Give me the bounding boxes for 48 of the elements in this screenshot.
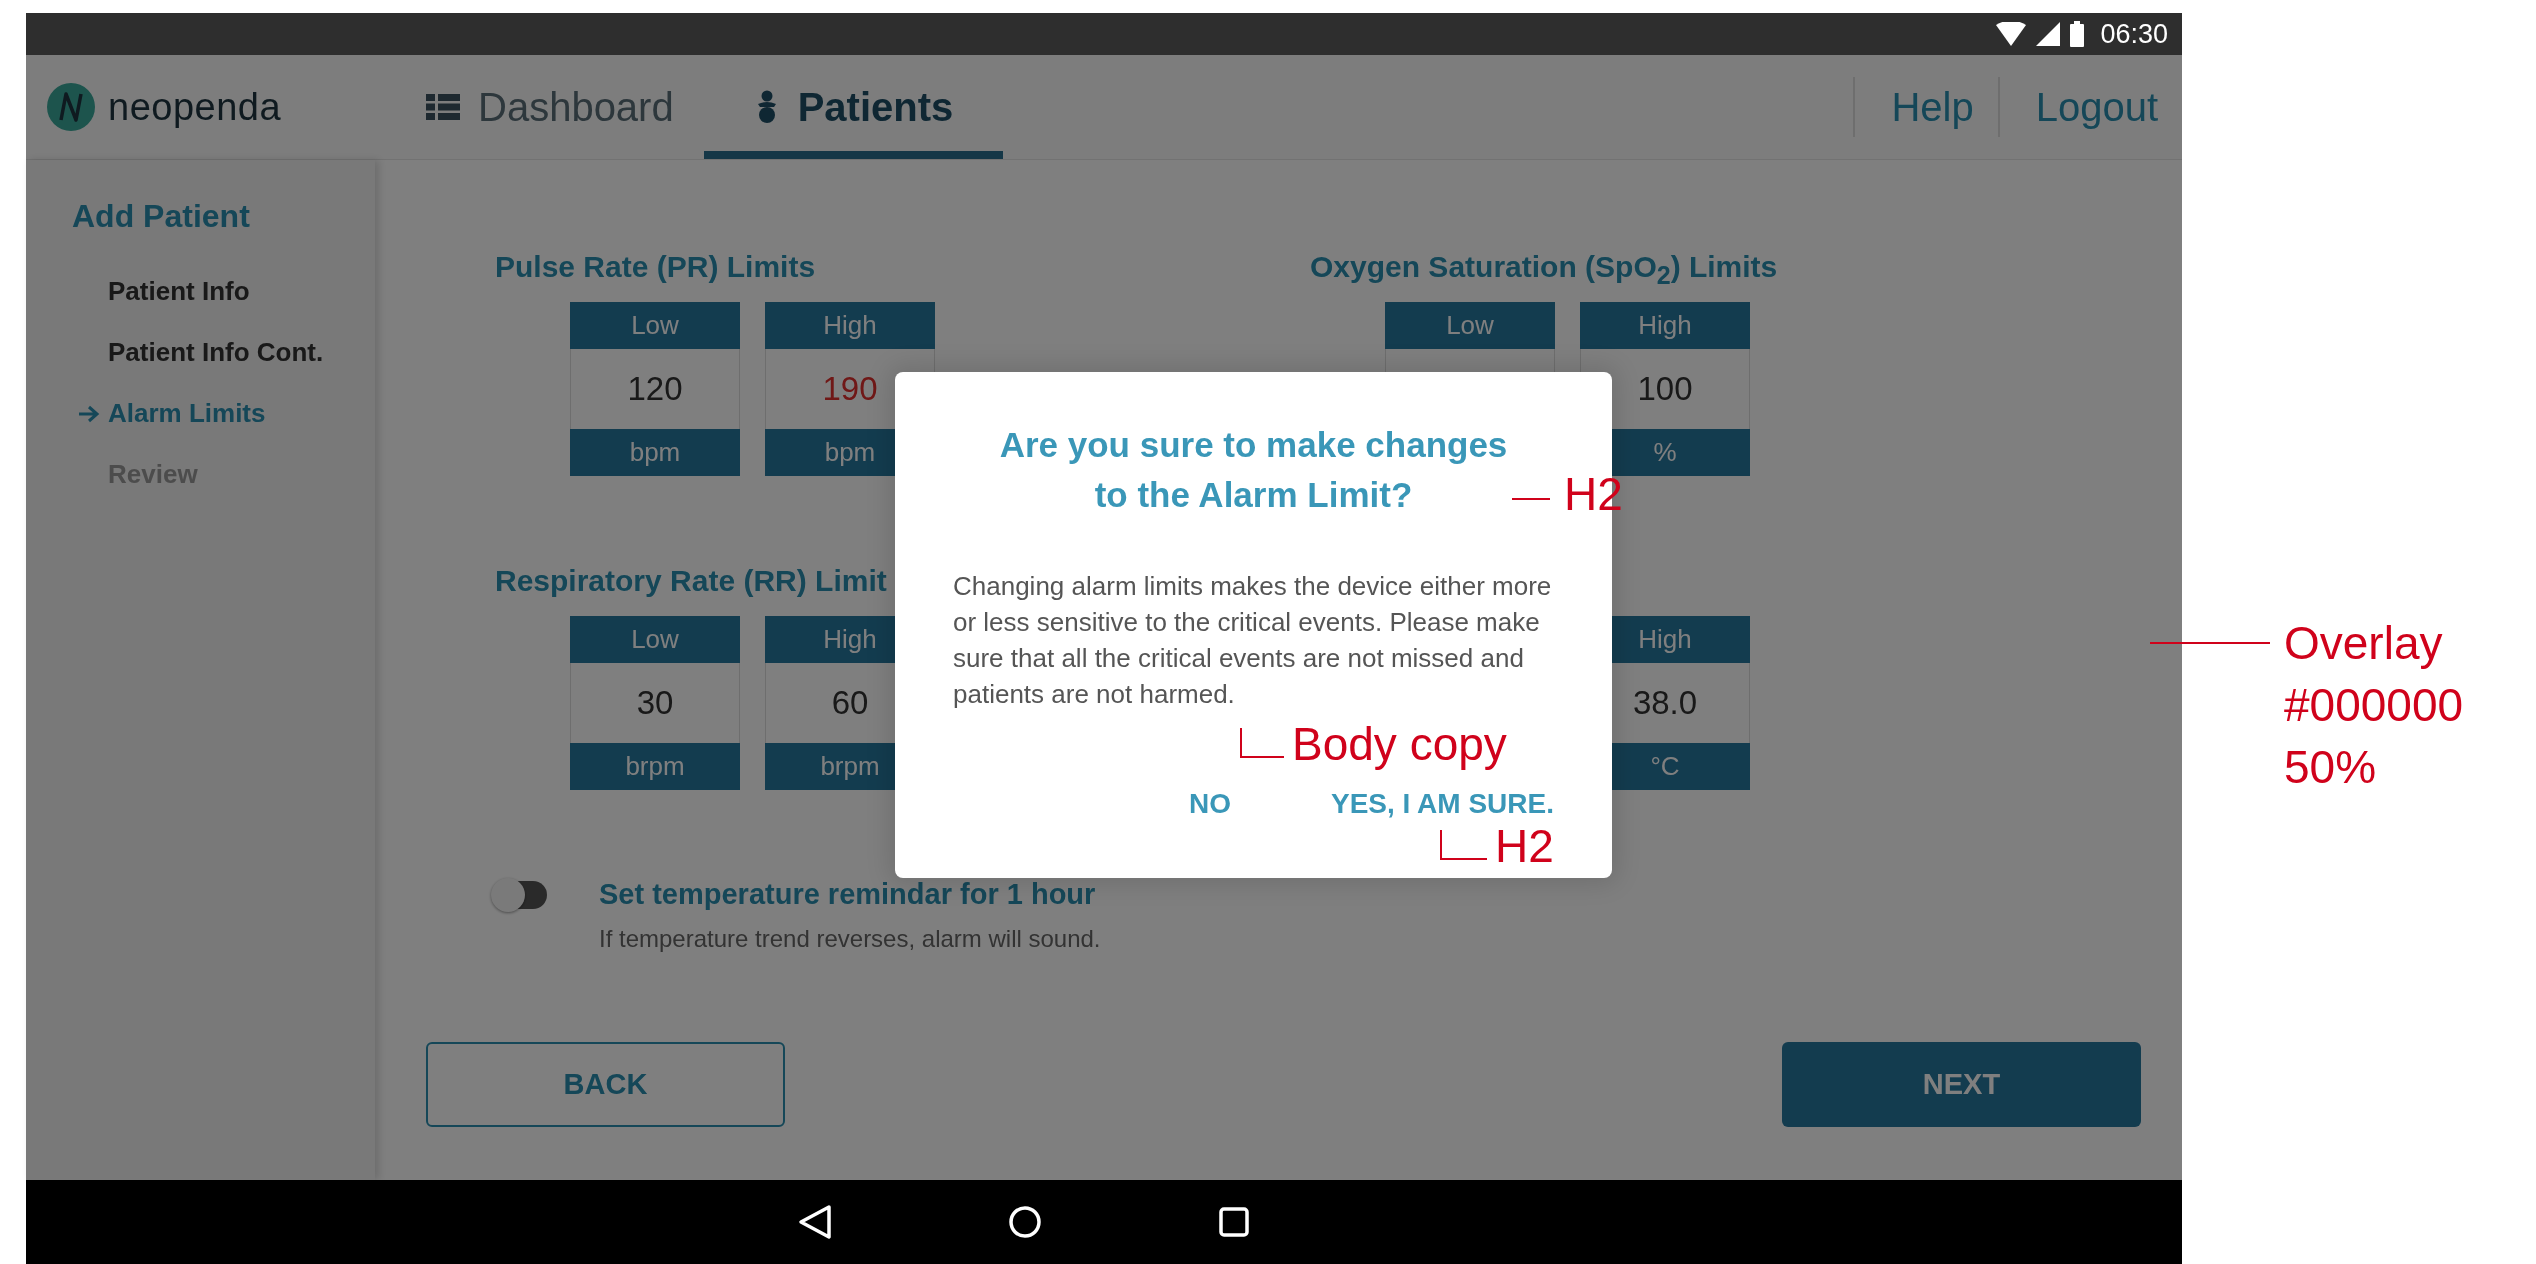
nav-tab[interactable]: Dashboard: [426, 55, 704, 159]
dialog-button[interactable]: NO: [1189, 788, 1231, 820]
leader-line: [1440, 830, 1487, 860]
back-button[interactable]: BACK: [426, 1042, 785, 1127]
annotation-label: Overlay #000000 50%: [2284, 616, 2464, 795]
limit-value: 100: [1637, 370, 1693, 408]
limit-header: Low: [1385, 302, 1555, 349]
annotation-label: Body copy: [1292, 718, 1507, 770]
limit-header: Low: [570, 616, 740, 663]
limit-value: 60: [831, 684, 869, 722]
limit-value: 120: [627, 370, 683, 408]
sidebar-item[interactable]: Patient Info: [72, 261, 250, 322]
section-title: Respiratory Rate (RR) Limit: [495, 564, 887, 599]
back-icon: [798, 1204, 832, 1240]
logo-text: neopenda: [108, 85, 282, 129]
limit-value: 38.0: [1632, 684, 1698, 722]
unit-label: brpm: [570, 743, 740, 790]
limit-header: High: [1580, 302, 1750, 349]
limit-value: 30: [636, 684, 674, 722]
sidebar-item[interactable]: Patient Info Cont.: [72, 322, 324, 383]
home-icon: [1008, 1205, 1042, 1239]
recents-icon: [1218, 1206, 1250, 1238]
arrow-icon: [78, 404, 100, 423]
sidebar-item[interactable]: Alarm Limits: [72, 383, 266, 444]
toggle-label: Set temperature remindar for 1 hour: [599, 878, 1096, 911]
section-title: Oxygen Saturation (SpO$_{2}$) Limits: [1310, 250, 1778, 288]
signal-icon: [2036, 22, 2061, 46]
dialog-body: Changing alarm limits makes the device either more or less sensitive to the critical events. Please make sure that all the critical events are not missed and patients are not harmed.: [953, 570, 1553, 711]
dialog-title: Are you sure to make changes to the Alarm Limit?: [998, 424, 1509, 516]
grid-icon: [426, 94, 460, 120]
annotation-label: H2: [1495, 820, 1554, 872]
leader-line: [1240, 728, 1284, 758]
header-link[interactable]: Logout: [1997, 77, 2182, 137]
battery-icon: [2070, 21, 2085, 47]
sidebar-title: Add Patient: [72, 198, 250, 235]
logo-icon: [46, 82, 96, 132]
header-link[interactable]: Help: [1853, 77, 1998, 137]
limit-header: Low: [570, 302, 740, 349]
dialog-button[interactable]: YES, I AM SURE.: [1331, 788, 1554, 820]
toggle-description: If temperature trend reverses, alarm will sound.: [599, 925, 1101, 953]
limit-value: 190: [822, 370, 878, 408]
next-button[interactable]: NEXT: [1782, 1042, 2141, 1127]
leader-line: [1512, 498, 1550, 500]
status-time: 06:30: [2100, 18, 2168, 50]
limit-header: High: [765, 302, 935, 349]
unit-label: bpm: [570, 429, 740, 476]
wifi-icon: [1996, 22, 2027, 46]
section-title: Pulse Rate (PR) Limits: [495, 250, 816, 285]
